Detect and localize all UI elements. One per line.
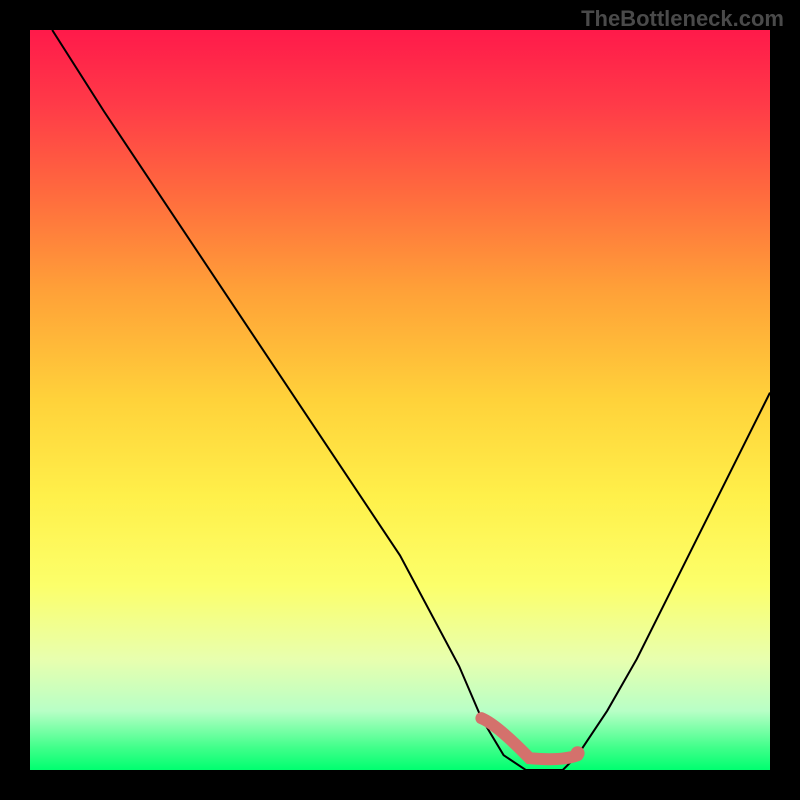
plot-area [30,30,770,770]
flat-region-end-dot [571,746,585,760]
chart-svg [30,30,770,770]
bottleneck-curve [52,30,770,770]
watermark-text: TheBottleneck.com [581,6,784,32]
flat-region-highlight [481,718,577,759]
